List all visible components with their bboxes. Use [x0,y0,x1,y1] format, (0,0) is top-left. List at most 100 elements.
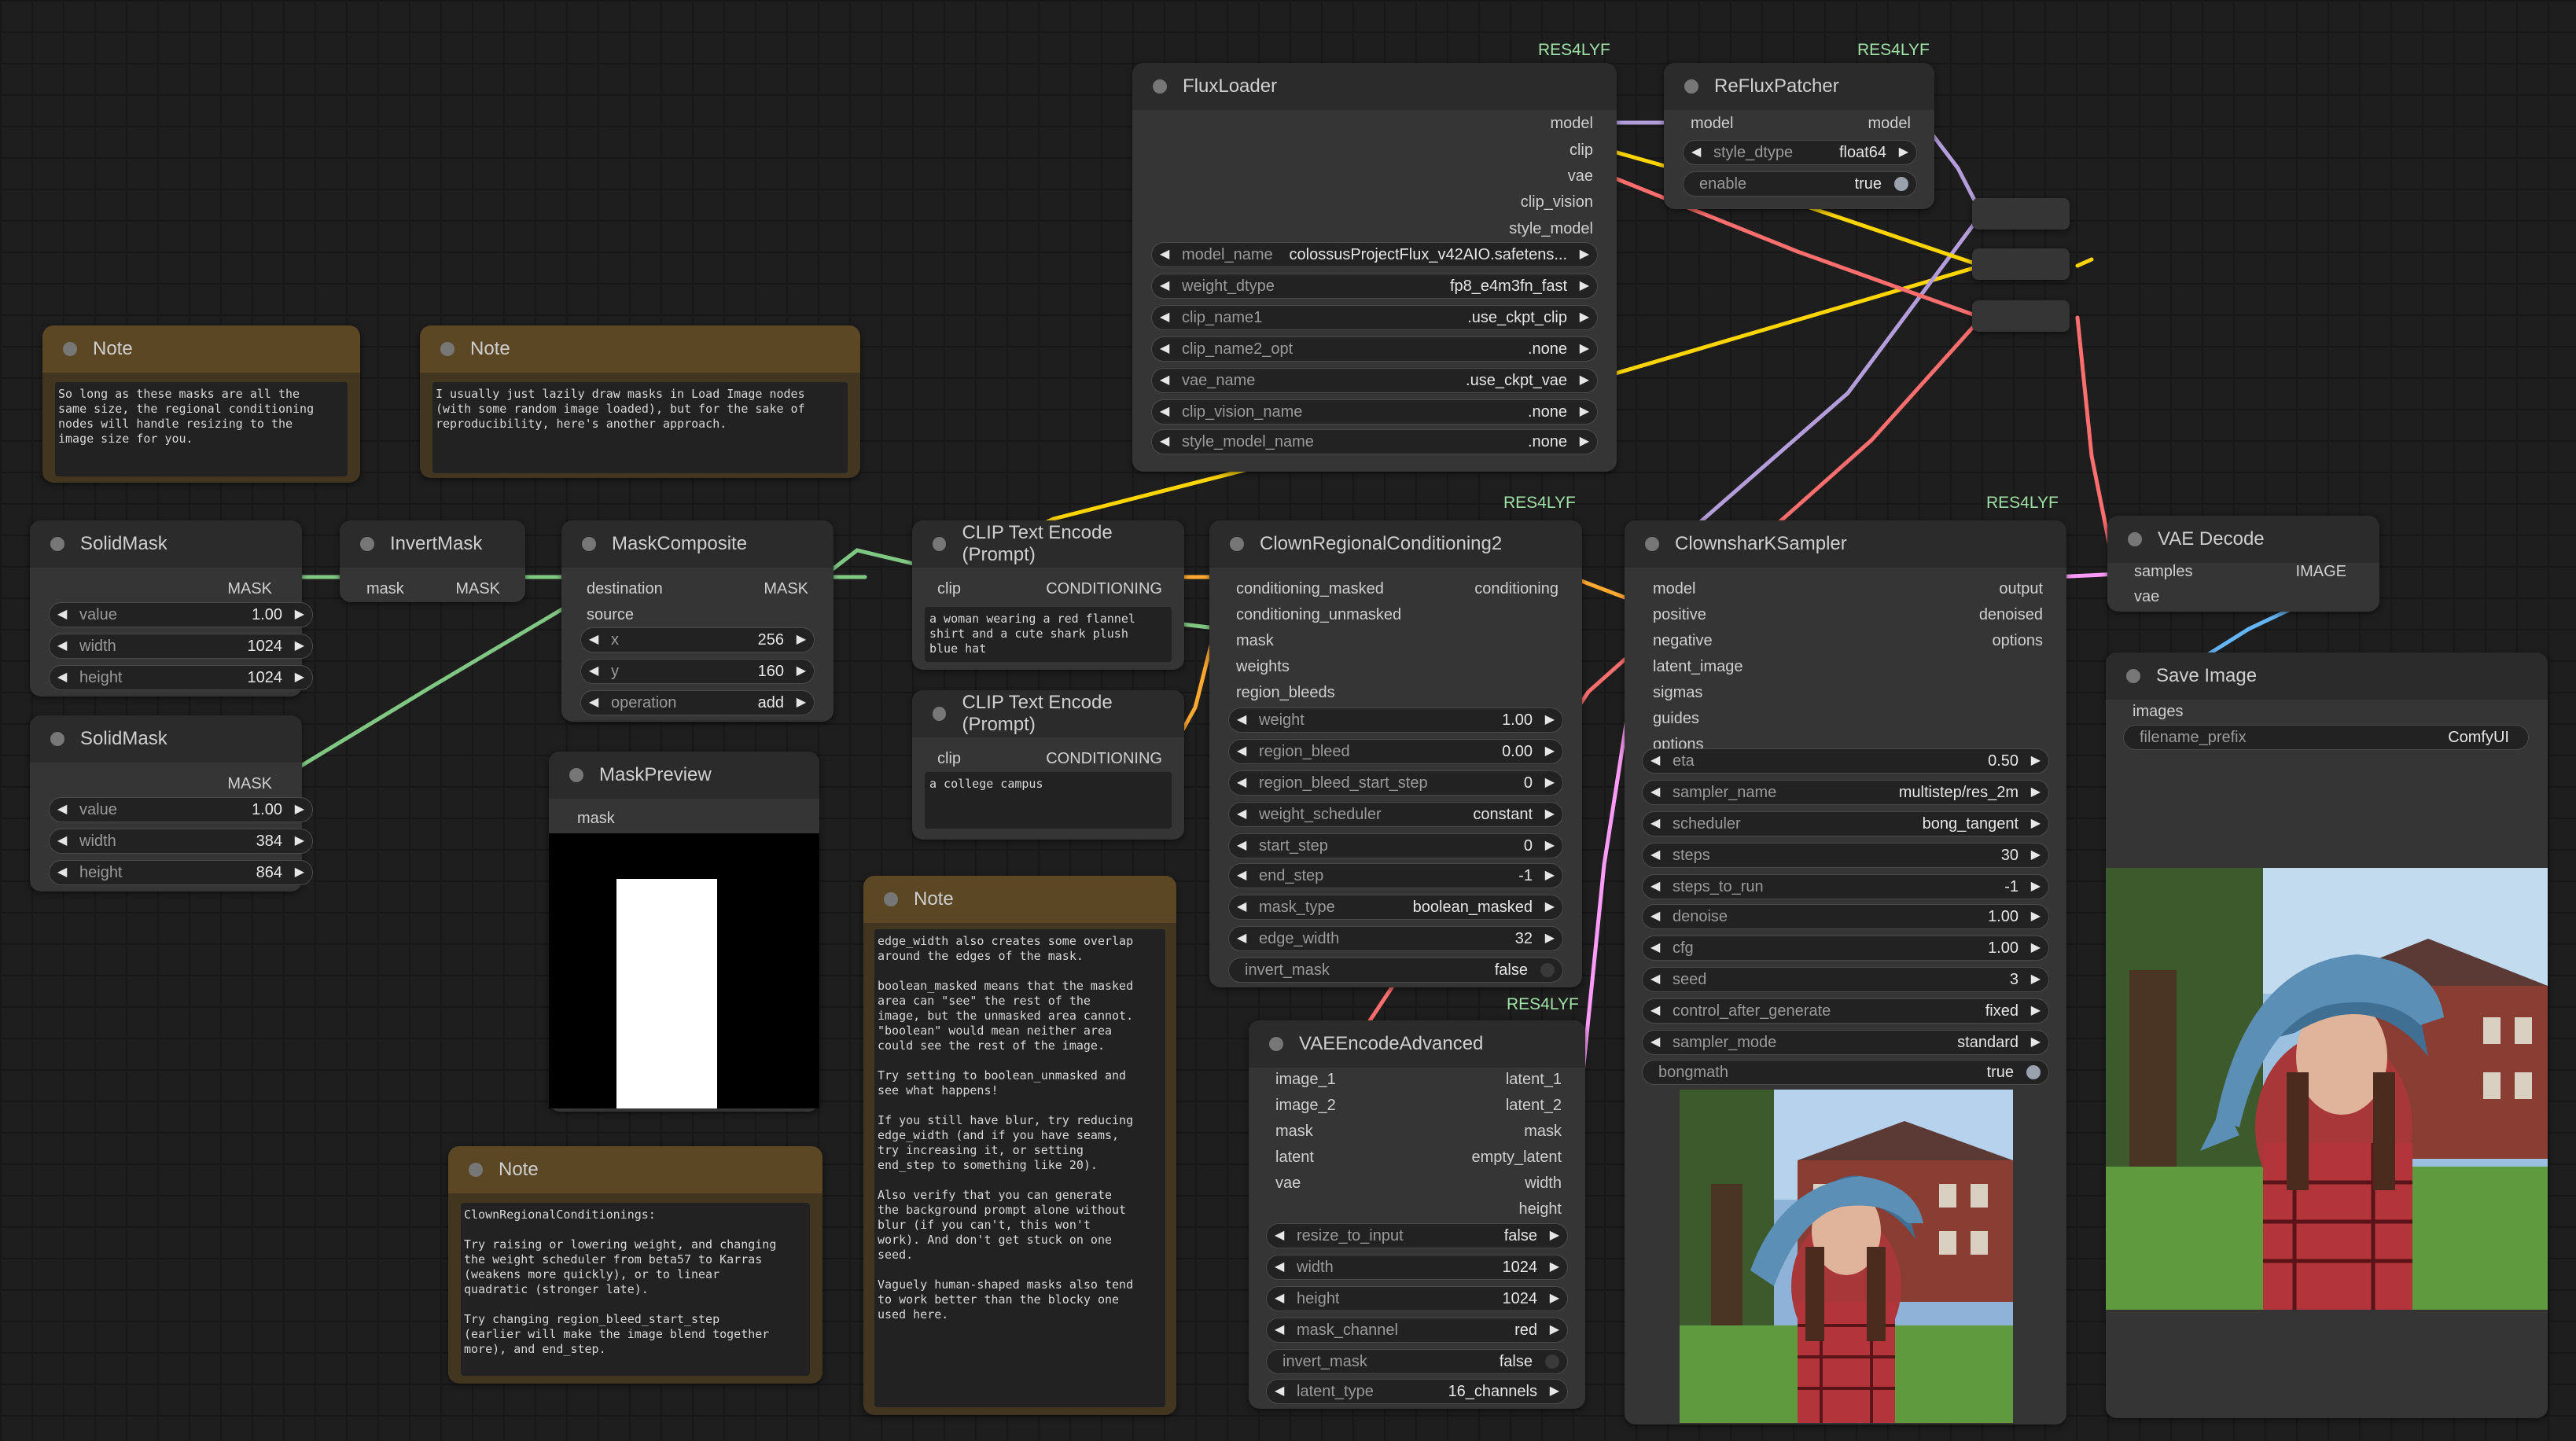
output-slot-mask[interactable]: MASK [227,577,272,601]
widget-vae-name[interactable]: ◀ vae_name .use_ckpt_vae ▶ [1151,368,1598,393]
widget-scheduler[interactable]: ◀ scheduler bong_tangent ▶ [1642,811,2049,836]
widget-y[interactable]: ◀ y 160 ▶ [580,659,815,684]
increment-arrow-icon[interactable]: ▶ [1545,771,1555,795]
invertmask-node[interactable]: InvertMask mask MASK [340,520,525,602]
increment-arrow-icon[interactable]: ▶ [1545,895,1555,919]
decrement-arrow-icon[interactable]: ◀ [1237,834,1246,858]
widget-x[interactable]: ◀ x 256 ▶ [580,627,815,652]
toggle-off-icon[interactable] [1540,963,1555,977]
widget-mask-channel[interactable]: ◀ mask_channel red ▶ [1266,1318,1568,1343]
widget-operation[interactable]: ◀ operation add ▶ [580,690,815,715]
increment-arrow-icon[interactable]: ▶ [295,603,304,627]
widget-height[interactable]: ◀ height 1024 ▶ [49,665,313,690]
output-slot-latent-1[interactable]: latent_1 [1506,1068,1562,1091]
note-text[interactable]: ClownRegionalConditionings: Try raising … [461,1203,810,1376]
increment-arrow-icon[interactable]: ▶ [1580,274,1589,298]
decrement-arrow-icon[interactable]: ◀ [1650,999,1660,1023]
decrement-arrow-icon[interactable]: ◀ [1275,1224,1284,1248]
widget-height[interactable]: ◀ height 864 ▶ [49,860,313,885]
output-slot-model[interactable]: model [1868,112,1911,135]
increment-arrow-icon[interactable]: ▶ [295,829,304,853]
output-slot-model[interactable]: model [1551,112,1593,135]
toggle-on-icon[interactable] [1894,177,1908,191]
decrement-arrow-icon[interactable]: ◀ [1237,864,1246,888]
note-lazy-masks[interactable]: Note I usually just lazily draw masks in… [420,325,860,478]
widget-width[interactable]: ◀ width 1024 ▶ [1266,1255,1568,1280]
increment-arrow-icon[interactable]: ▶ [2031,844,2041,867]
note-edge-width[interactable]: Note edge_width also creates some overla… [863,876,1176,1415]
toggle-invert-mask[interactable]: invert_mask false [1266,1349,1568,1374]
increment-arrow-icon[interactable]: ▶ [797,691,806,715]
decrement-arrow-icon[interactable]: ◀ [1275,1255,1284,1279]
decrement-arrow-icon[interactable]: ◀ [57,861,67,884]
input-slot-mask[interactable]: mask [1275,1119,1313,1143]
increment-arrow-icon[interactable]: ▶ [2031,999,2041,1023]
increment-arrow-icon[interactable]: ▶ [2031,781,2041,804]
increment-arrow-icon[interactable]: ▶ [1550,1380,1559,1403]
decrement-arrow-icon[interactable]: ◀ [1650,1031,1660,1054]
decrement-arrow-icon[interactable]: ◀ [1650,875,1660,899]
clip-text-encode-node-1[interactable]: CLIP Text Encode (Prompt) clip CONDITION… [912,520,1184,670]
decrement-arrow-icon[interactable]: ◀ [57,634,67,658]
input-slot-mask[interactable]: mask [366,577,404,601]
collapse-dot-icon[interactable] [1684,79,1698,94]
input-slot-image-1[interactable]: image_1 [1275,1068,1336,1091]
clown-regional-conditioning-node[interactable]: ClownRegionalConditioning2 conditioning_… [1209,520,1582,987]
increment-arrow-icon[interactable]: ▶ [797,628,806,652]
solidmask-node-1[interactable]: SolidMask MASK ◀ value 1.00 ▶ ◀ width 1024 ▶ ◀… [30,520,313,697]
decrement-arrow-icon[interactable]: ◀ [1160,274,1169,298]
decrement-arrow-icon[interactable]: ◀ [1275,1380,1284,1403]
input-slot-guides[interactable]: guides [1653,707,1699,730]
widget-resize-to-input[interactable]: ◀ resize_to_input false ▶ [1266,1223,1568,1248]
collapse-dot-icon[interactable] [569,768,583,782]
widget-eta[interactable]: ◀ eta 0.50 ▶ [1642,748,2049,774]
increment-arrow-icon[interactable]: ▶ [295,861,304,884]
decrement-arrow-icon[interactable]: ◀ [1275,1287,1284,1311]
decrement-arrow-icon[interactable]: ◀ [1160,400,1169,424]
increment-arrow-icon[interactable]: ▶ [1550,1318,1559,1342]
decrement-arrow-icon[interactable]: ◀ [1650,844,1660,867]
output-slot-mask[interactable]: MASK [764,577,808,601]
decrement-arrow-icon[interactable]: ◀ [1237,927,1246,950]
vae-encode-advanced-node[interactable]: VAEEncodeAdvanced image_1 image_2 mask l… [1249,1020,1585,1409]
note-text[interactable]: So long as these masks are all the same … [55,382,348,476]
widget-cfg[interactable]: ◀ cfg 1.00 ▶ [1642,936,2049,961]
fluxloader-node[interactable]: FluxLoader model clip vae clip_vision st… [1132,63,1617,472]
increment-arrow-icon[interactable]: ▶ [295,634,304,658]
collapse-dot-icon[interactable] [360,537,374,551]
collapse-dot-icon[interactable] [469,1163,483,1177]
widget-width[interactable]: ◀ width 384 ▶ [49,829,313,854]
output-slot-mask[interactable]: MASK [227,772,272,796]
collapse-dot-icon[interactable] [884,892,898,906]
input-slot-conditioning-masked[interactable]: conditioning_masked [1236,577,1384,601]
decrement-arrow-icon[interactable]: ◀ [1237,895,1246,919]
input-slot-weights[interactable]: weights [1236,655,1290,678]
input-slot-images[interactable]: images [2133,700,2183,723]
reroute-clip[interactable] [1972,248,2070,280]
decrement-arrow-icon[interactable]: ◀ [589,691,598,715]
output-slot-denoised[interactable]: denoised [1979,603,2043,627]
input-slot-sigmas[interactable]: sigmas [1653,681,1702,704]
output-slot-mask[interactable]: MASK [455,577,500,601]
vae-decode-node[interactable]: VAE Decode samples vae IMAGE [2107,516,2379,612]
input-slot-latent-image[interactable]: latent_image [1653,655,1743,678]
collapse-dot-icon[interactable] [1645,537,1659,551]
input-slot-destination[interactable]: destination [587,577,663,601]
output-slot-conditioning[interactable]: conditioning [1474,577,1558,601]
increment-arrow-icon[interactable]: ▶ [1899,141,1908,164]
toggle-invert-mask[interactable]: invert_mask false [1228,958,1563,983]
decrement-arrow-icon[interactable]: ◀ [57,666,67,689]
collapse-dot-icon[interactable] [1153,79,1167,94]
output-slot-style-model[interactable]: style_model [1509,217,1593,241]
decrement-arrow-icon[interactable]: ◀ [1650,749,1660,773]
increment-arrow-icon[interactable]: ▶ [2031,905,2041,928]
decrement-arrow-icon[interactable]: ◀ [1650,781,1660,804]
widget-height[interactable]: ◀ height 1024 ▶ [1266,1286,1568,1311]
increment-arrow-icon[interactable]: ▶ [1545,708,1555,732]
widget-seed[interactable]: ◀ seed 3 ▶ [1642,967,2049,992]
maskpreview-node[interactable]: MaskPreview mask [549,752,819,1112]
prompt-textarea[interactable]: a woman wearing a red flannel shirt and … [925,607,1172,662]
increment-arrow-icon[interactable]: ▶ [1550,1287,1559,1311]
refluxpatcher-node[interactable]: ReFluxPatcher model model ◀ style_dtype fl… [1664,63,1934,209]
widget-end-step[interactable]: ◀ end_step -1 ▶ [1228,863,1563,888]
